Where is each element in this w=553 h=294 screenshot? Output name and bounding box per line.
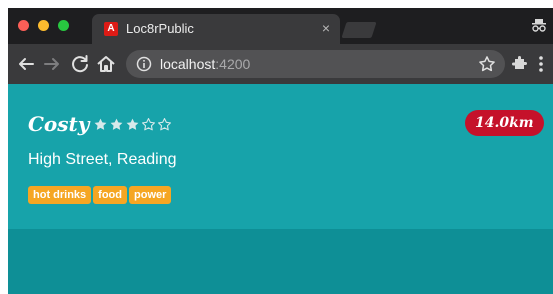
forward-arrow-icon[interactable] xyxy=(40,52,64,76)
page-content: Costy 14.0km High Street, Reading hot dr… xyxy=(8,84,553,294)
extension-icon[interactable] xyxy=(509,54,529,74)
bookmark-star-icon[interactable] xyxy=(477,54,497,74)
more-menu-icon[interactable] xyxy=(535,54,547,74)
facility-tag: food xyxy=(93,186,127,204)
star-filled-icon xyxy=(126,118,139,130)
rating-stars xyxy=(93,117,173,133)
new-tab-button[interactable] xyxy=(341,22,377,38)
url-port: :4200 xyxy=(215,56,251,72)
star-empty-icon xyxy=(158,118,171,131)
back-arrow-icon[interactable] xyxy=(14,52,38,76)
browser-tab[interactable]: A Loc8rPublic × xyxy=(92,14,340,44)
home-icon[interactable] xyxy=(94,52,118,76)
location-card[interactable]: Costy 14.0km High Street, Reading hot dr… xyxy=(8,84,553,229)
facility-tags: hot drinks food power xyxy=(28,186,173,206)
url-text: localhost:4200 xyxy=(160,56,250,72)
browser-window: A Loc8rPublic × localhost:4200 Costy 14.… xyxy=(8,8,553,294)
window-close-button[interactable] xyxy=(18,20,29,31)
address-bar[interactable]: localhost:4200 xyxy=(126,50,505,78)
reload-icon[interactable] xyxy=(68,52,92,76)
incognito-icon[interactable] xyxy=(531,17,547,33)
window-minimize-button[interactable] xyxy=(38,20,49,31)
facility-tag: hot drinks xyxy=(28,186,92,204)
distance-badge: 14.0km xyxy=(465,110,544,136)
page-lower-section xyxy=(8,229,553,294)
location-name[interactable]: Costy xyxy=(28,112,89,136)
info-icon[interactable] xyxy=(136,56,152,72)
url-host: localhost xyxy=(160,56,216,72)
tab-close-icon[interactable]: × xyxy=(322,20,330,36)
star-empty-icon xyxy=(142,118,155,131)
tab-strip: A Loc8rPublic × xyxy=(8,8,553,44)
browser-toolbar: localhost:4200 xyxy=(8,44,553,84)
window-maximize-button[interactable] xyxy=(58,20,69,31)
facility-tag: power xyxy=(129,186,172,204)
star-filled-icon xyxy=(94,118,107,130)
tab-title: Loc8rPublic xyxy=(126,21,194,36)
location-address: High Street, Reading xyxy=(28,151,177,168)
star-filled-icon xyxy=(110,118,123,130)
angular-favicon-icon: A xyxy=(104,22,118,36)
